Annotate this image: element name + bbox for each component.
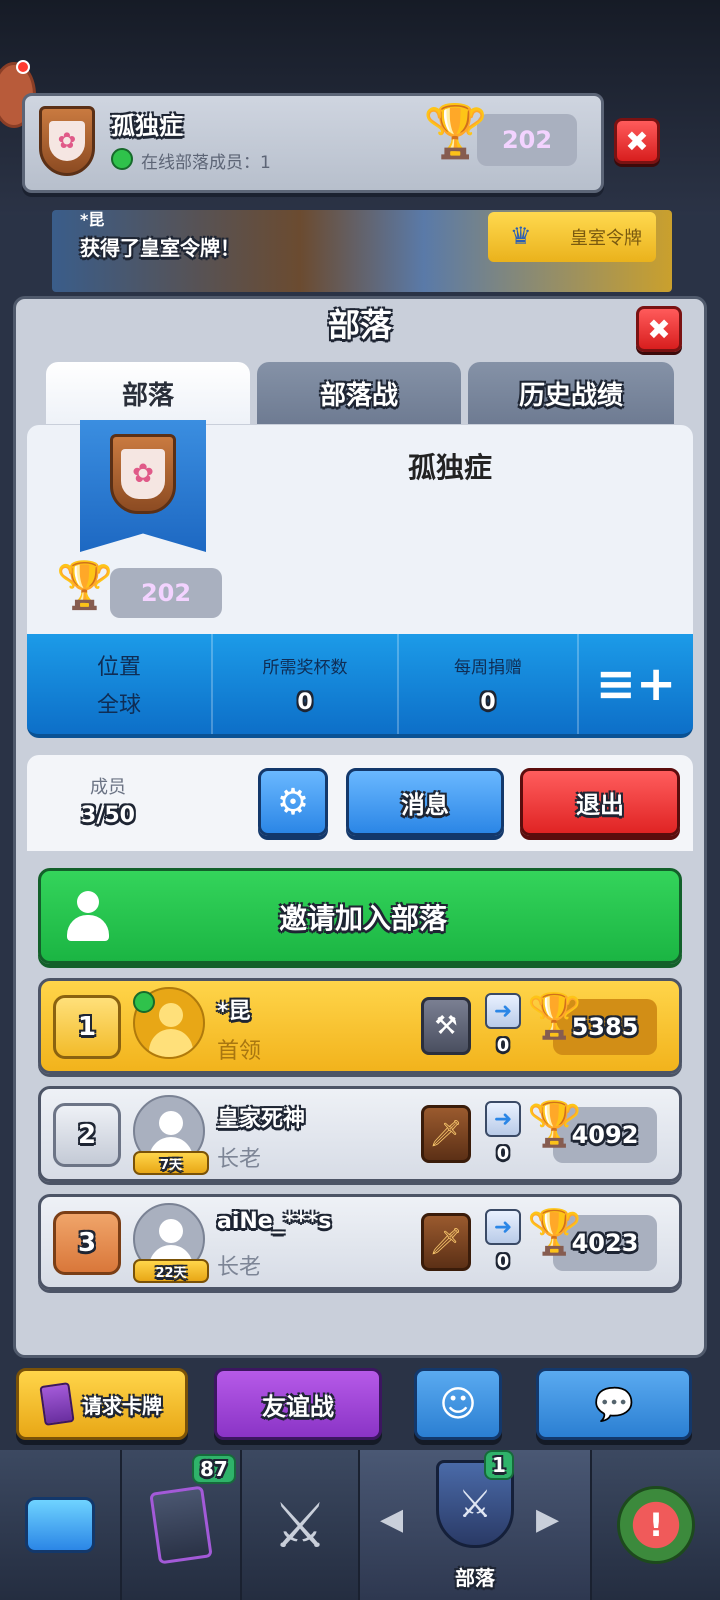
royal-token-label: 皇室令牌 (570, 228, 642, 249)
member-donations: 0 (496, 1143, 510, 1164)
member-rank: 1 (53, 995, 121, 1059)
member-name: aiNe_***s (217, 1209, 332, 1234)
chat-bubble-icon: 💬 (594, 1385, 634, 1423)
chevron-left-icon: ◀ (380, 1502, 404, 1537)
stat-location: 位置 全球 (27, 634, 213, 734)
clan-badge-icon-large: ✿ (110, 434, 176, 514)
clan-info-trophies: 202 (110, 568, 222, 618)
member-row-2[interactable]: 2 7天 皇家死神 长老 🗡 ➜ 0 4092 🏆 (38, 1086, 682, 1182)
member-role: 首领 (217, 1039, 262, 1064)
trophy-icon: 🏆 (527, 1207, 582, 1258)
chevron-right-icon: ▶ (536, 1502, 560, 1537)
panel-close-button[interactable]: ✖ (636, 306, 682, 352)
member-role: 长老 (217, 1255, 262, 1280)
trophy-icon: 🏆 (527, 991, 582, 1042)
clan-count-badge: 1 (484, 1450, 514, 1480)
nav-clan[interactable]: ◀ ⚔ 1 ▶ 部落 (360, 1450, 590, 1600)
online-members-text: 在线部落成员：1 (141, 153, 271, 173)
cards-icon (39, 1382, 75, 1426)
banner-player-name: *昆 (80, 210, 105, 229)
gear-icon: ⚙ (276, 781, 310, 823)
crossed-swords-icon: ⚔ (272, 1488, 328, 1562)
online-indicator-icon (133, 991, 155, 1013)
cards-icon (149, 1485, 213, 1565)
chest-icon (25, 1497, 95, 1553)
nav-battle[interactable]: ⚔ (242, 1450, 358, 1600)
sword-icon: 🗡 (421, 1105, 471, 1163)
online-indicator-icon (111, 148, 133, 170)
bottom-nav: 87 ⚔ ◀ ⚔ 1 ▶ 部落 ! (0, 1450, 720, 1600)
settings-button[interactable]: ⚙ (258, 768, 328, 836)
event-calendar-icon: ! (617, 1486, 695, 1564)
close-icon[interactable]: ✖ (614, 118, 660, 164)
tab-clan-war[interactable]: 部落战 (257, 362, 461, 424)
member-rank: 2 (53, 1103, 121, 1167)
clan-info-name: 孤独症 (407, 451, 492, 484)
stat-weekly-donations-value: 0 (480, 690, 496, 715)
request-cards-label: 请求卡牌 (82, 1393, 162, 1418)
invite-to-clan-button[interactable]: 邀请加入部落 (38, 868, 682, 964)
stat-location-value: 全球 (96, 693, 141, 718)
nav-clan-label: 部落 (455, 1566, 495, 1590)
emote-button[interactable]: ☺ (414, 1368, 502, 1440)
stat-weekly-donations: 每周捐赠 0 (399, 634, 579, 734)
clan-badge-icon: ✿ (39, 106, 95, 176)
crown-icon: ♛ (510, 222, 532, 250)
donation-icon: ➜ (485, 1209, 521, 1245)
tab-war-history[interactable]: 历史战绩 (468, 362, 674, 424)
member-days-badge: 7天 (133, 1151, 209, 1175)
hammer-icon: ⚒ (421, 997, 471, 1055)
clan-name: 孤独症 (111, 112, 183, 140)
clan-trophy-count: 202 (477, 114, 577, 166)
stat-location-label: 位置 (96, 655, 141, 680)
trophy-icon: 🏆 (527, 1099, 582, 1150)
request-cards-button[interactable]: 请求卡牌 (16, 1368, 188, 1440)
member-name: *昆 (217, 999, 251, 1024)
list-add-icon[interactable]: ≡+ (579, 634, 693, 734)
royal-token-chip: ♛ 皇室令牌 (488, 212, 656, 262)
banner-message: 获得了皇室令牌！ (80, 236, 240, 260)
invite-label: 邀请加入部落 (278, 902, 447, 935)
members-label: 成员 (90, 777, 126, 798)
purple-trophy-icon: 🏆 (423, 102, 488, 162)
purple-trophy-icon: 🏆 (56, 558, 114, 612)
nav-shop[interactable] (0, 1450, 120, 1600)
sword-icon: 🗡 (421, 1213, 471, 1271)
chat-button[interactable]: 💬 (536, 1368, 692, 1440)
stat-weekly-donations-label: 每周捐赠 (454, 658, 522, 678)
member-row-3[interactable]: 3 22天 aiNe_***s 长老 🗡 ➜ 0 4023 🏆 (38, 1194, 682, 1290)
member-days-badge: 22天 (133, 1259, 209, 1283)
stat-required-trophies-value: 0 (297, 690, 313, 715)
messages-button[interactable]: 消息 (346, 768, 504, 836)
member-row-1[interactable]: 1 *昆 首领 ⚒ ➜ 0 5385 🏆 (38, 978, 682, 1074)
leave-clan-button[interactable]: 退出 (520, 768, 680, 836)
cards-count-badge: 87 (192, 1454, 236, 1484)
member-rank: 3 (53, 1211, 121, 1275)
donation-icon: ➜ (485, 1101, 521, 1137)
panel-title: 部落 (327, 306, 392, 344)
notification-dot (16, 60, 30, 74)
nav-cards[interactable]: 87 (122, 1450, 240, 1600)
nav-events[interactable]: ! (592, 1450, 720, 1600)
clan-stats-bar: 位置 全球 所需奖杯数 0 每周捐赠 0 ≡+ (27, 634, 693, 738)
clan-summary-card[interactable]: ✿ 孤独症 在线部落成员：1 202 🏆 (22, 93, 604, 193)
members-count: 3/50 (81, 803, 135, 828)
member-role: 长老 (217, 1147, 262, 1172)
member-name: 皇家死神 (217, 1107, 306, 1132)
donation-icon: ➜ (485, 993, 521, 1029)
friendly-battle-button[interactable]: 友谊战 (214, 1368, 382, 1440)
tab-clan[interactable]: 部落 (46, 362, 250, 424)
member-donations: 0 (496, 1035, 510, 1056)
stat-required-trophies: 所需奖杯数 0 (213, 634, 399, 734)
stat-required-trophies-label: 所需奖杯数 (262, 658, 348, 678)
smiley-icon: ☺ (439, 1383, 477, 1425)
member-donations: 0 (496, 1251, 510, 1272)
